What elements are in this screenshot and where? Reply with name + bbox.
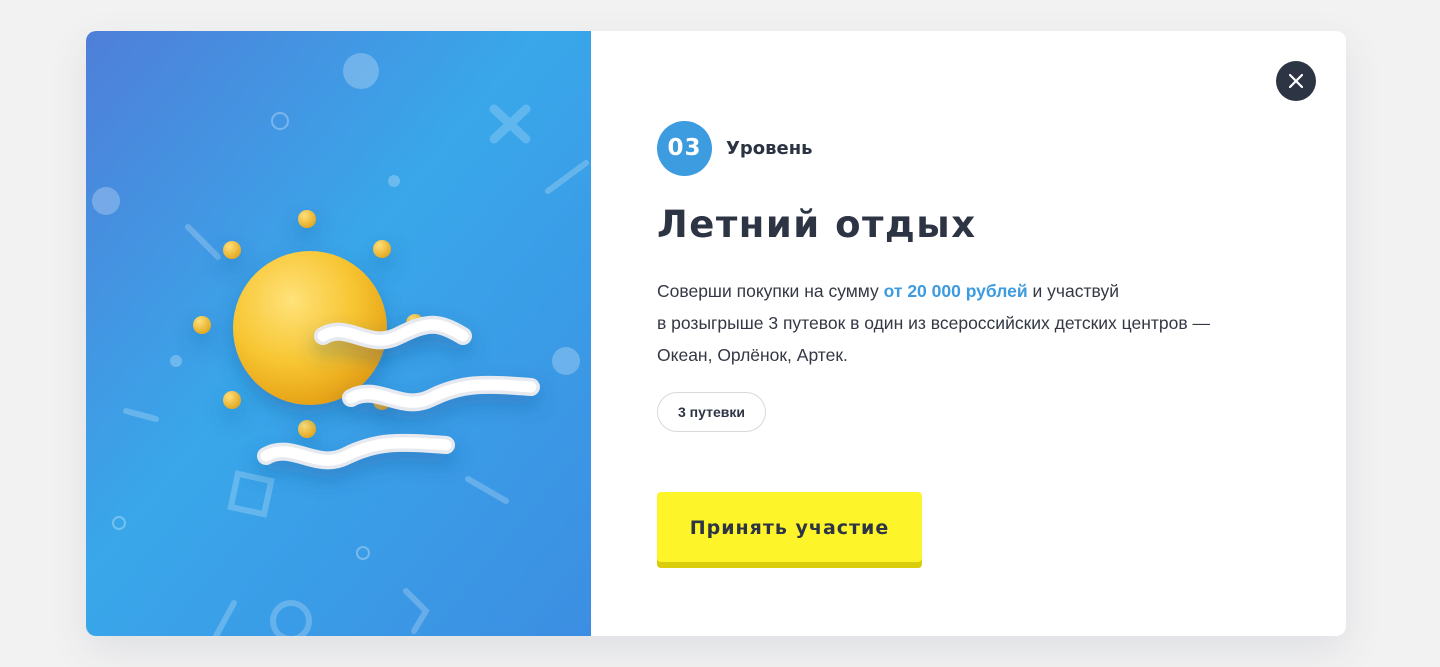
description-text: Соверши покупки на сумму — [657, 281, 884, 301]
sun-and-waves-illustration — [86, 31, 591, 636]
description-line-3: Океан, Орлёнок, Артек. — [657, 345, 848, 365]
page-title: Летний отдых — [657, 203, 977, 246]
promo-modal: 03 Уровень Летний отдых Соверши покупки … — [86, 31, 1346, 636]
description-amount-highlight: от 20 000 рублей — [883, 281, 1028, 301]
level-badge: 03 — [657, 120, 712, 176]
prize-count-tag: 3 путевки — [657, 392, 766, 432]
description-line-1: Соверши покупки на сумму от 20 000 рубле… — [657, 275, 1297, 307]
summer-illustration — [86, 31, 591, 636]
description-line-2: в розыгрыше 3 путевок в один из всеросси… — [657, 313, 1210, 333]
description-text: и участвуй — [1027, 281, 1119, 301]
modal-content: 03 Уровень Летний отдых Соверши покупки … — [657, 31, 1317, 636]
participate-button[interactable]: Принять участие — [657, 492, 922, 568]
promo-description: Соверши покупки на сумму от 20 000 рубле… — [657, 275, 1297, 371]
level-row: 03 Уровень — [657, 120, 813, 176]
level-label: Уровень — [726, 137, 813, 159]
